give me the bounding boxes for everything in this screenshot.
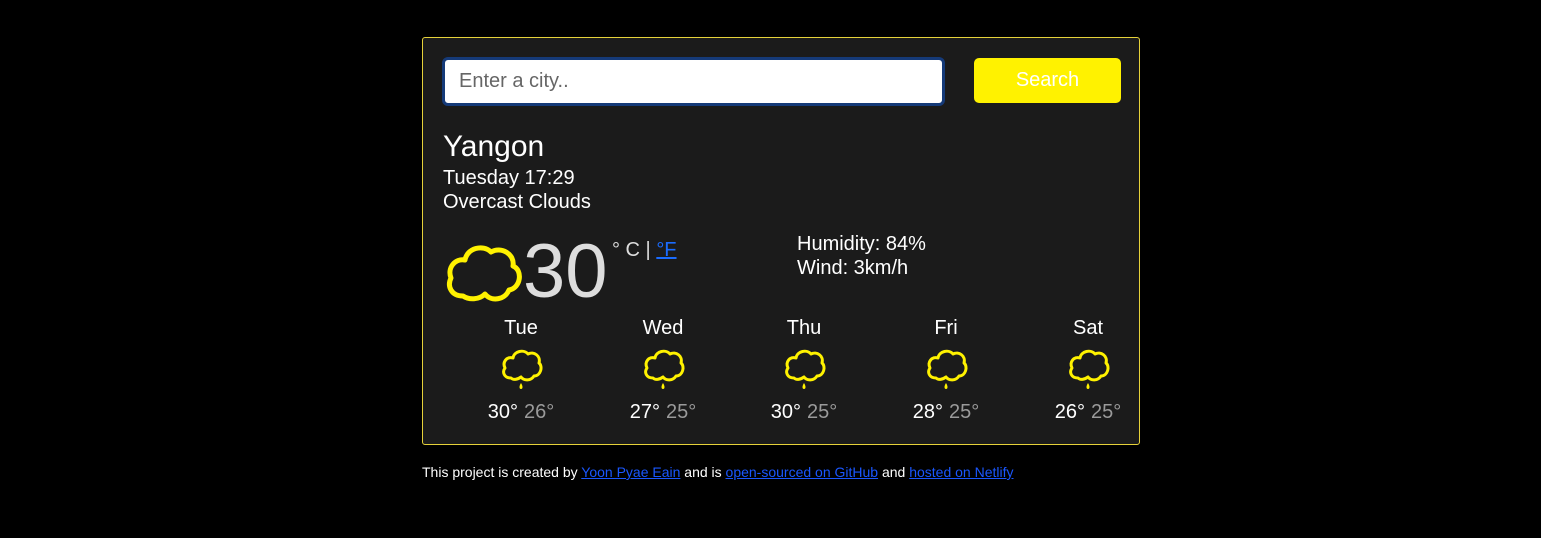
forecast-min-temp: 25° — [949, 401, 980, 423]
forecast-max-temp: 30° — [487, 401, 518, 423]
author-link[interactable]: Yoon Pyae Eain — [581, 464, 680, 480]
forecast-max-temp: 28° — [912, 401, 943, 423]
forecast-day-name: Wed — [642, 317, 684, 339]
weather-description: Overcast Clouds — [443, 191, 591, 213]
forecast-max-temp: 30° — [770, 401, 801, 423]
rain-cloud-icon — [502, 349, 543, 389]
footer-and: and — [881, 464, 906, 480]
humidity: Humidity: 84% — [797, 233, 926, 255]
celsius-label: ° C | — [612, 239, 651, 261]
rain-cloud-icon — [644, 349, 685, 389]
unit-toggle: ° C | °F — [612, 238, 677, 262]
cloud-icon — [447, 245, 522, 302]
forecast-day: Fri 28° 25° — [871, 316, 1021, 424]
footer-prefix: This project is created by — [422, 464, 578, 480]
rain-cloud-icon — [927, 349, 968, 389]
city-search-input[interactable] — [442, 57, 945, 106]
forecast-row: Tue 30° 26° Wed 27° 25° Thu 30° 25° Fri … — [443, 316, 1123, 426]
github-link[interactable]: open-sourced on GitHub — [726, 464, 879, 480]
forecast-day: Wed 27° 25° — [588, 316, 738, 424]
forecast-min-temp: 25° — [666, 401, 697, 423]
footer-middle: and is — [684, 464, 722, 480]
current-datetime: Tuesday 17:29 — [443, 167, 575, 189]
search-button[interactable]: Search — [974, 58, 1121, 103]
wind-speed: Wind: 3km/h — [797, 257, 909, 279]
netlify-link[interactable]: hosted on Netlify — [909, 464, 1013, 480]
forecast-day: Tue 30° 26° — [446, 316, 596, 424]
forecast-min-temp: 26° — [524, 401, 555, 423]
fahrenheit-link[interactable]: °F — [656, 239, 676, 261]
forecast-min-temp: 25° — [1091, 401, 1122, 423]
current-temperature: 30 — [523, 229, 608, 314]
forecast-day-name: Thu — [786, 317, 822, 339]
rain-cloud-icon — [785, 349, 826, 389]
footer: This project is created by Yoon Pyae Eai… — [422, 463, 1014, 481]
forecast-day-name: Sat — [1072, 317, 1104, 339]
forecast-day: Sat 26° 25° — [1013, 316, 1163, 424]
city-name: Yangon — [443, 130, 545, 163]
forecast-day-name: Fri — [934, 317, 958, 339]
rain-cloud-icon — [1069, 349, 1110, 389]
forecast-max-temp: 27° — [629, 401, 660, 423]
weather-card: Search Yangon Tuesday 17:29 Overcast Clo… — [422, 37, 1140, 445]
forecast-max-temp: 26° — [1054, 401, 1085, 423]
forecast-min-temp: 25° — [807, 401, 838, 423]
forecast-day-name: Tue — [504, 317, 538, 339]
forecast-day: Thu 30° 25° — [729, 316, 879, 424]
